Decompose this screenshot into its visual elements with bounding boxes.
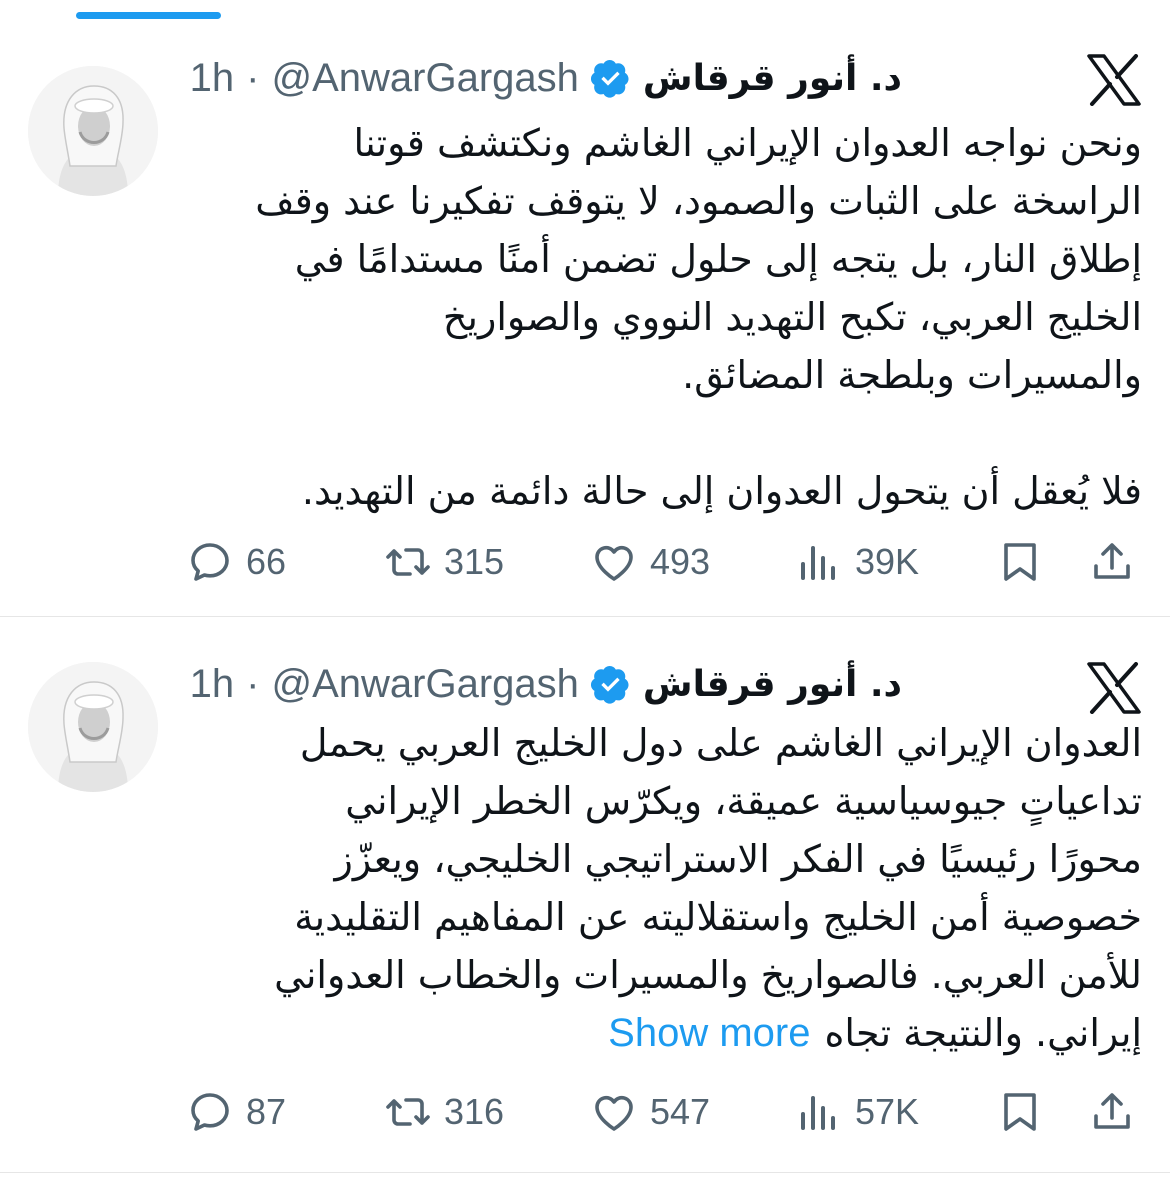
tweet-text-line: والمسيرات وبلطجة المضائق. [682,353,1142,397]
separator-dot: · [246,55,260,100]
like-button[interactable]: 547 [590,1082,710,1142]
like-button[interactable]: 493 [590,532,710,592]
timestamp[interactable]: 1h [190,56,235,101]
reply-count: 66 [246,541,287,582]
retweet-button[interactable]: 316 [384,1082,504,1142]
tweet-text-line: فلا يُعقل أن يتحول العدوان إلى حالة دائم… [301,469,1142,513]
verified-badge-icon [590,58,631,98]
tweet-text: العدوان الإيراني الغاشم على دول الخليج ا… [170,714,1142,1062]
tweet-text-line: تداعياتٍ جيوسياسية عميقة، ويكرّس الخطر ا… [345,779,1142,823]
retweet-icon [384,1088,432,1136]
retweet-count: 316 [444,1091,505,1132]
like-count: 493 [650,541,711,582]
avatar[interactable] [28,66,158,196]
x-logo-icon[interactable] [1086,54,1142,106]
tweet-text-line: إطلاق النار، بل يتجه إلى حلول تضمن أمنًا… [294,237,1142,281]
tweet-text-line: الخليج العربي، تكبح التهديد النووي والصو… [442,295,1142,339]
tweet-text-line: ونحن نواجه العدوان الإيراني الغاشم ونكتش… [353,121,1143,165]
separator-dot: · [246,661,260,706]
tweet-text-line: خصوصية أمن الخليج واستقلاليته عن المفاهي… [294,895,1142,939]
share-button[interactable] [1088,1082,1136,1142]
tweet-divider [0,616,1170,617]
heart-icon [590,1088,638,1136]
views-button[interactable]: 57K [795,1082,919,1142]
avatar[interactable] [28,662,158,792]
tweet-text-line: العدوان الإيراني الغاشم على دول الخليج ا… [299,721,1142,765]
tweet-text-truncated: إيراني. والنتيجة تجاه [824,1011,1142,1055]
share-icon [1088,1088,1136,1136]
views-button[interactable]: 39K [795,532,919,592]
tweet[interactable]: د. أنور قرقاش @AnwarGargash · 1h العدوان… [0,632,1170,1172]
timestamp[interactable]: 1h [190,662,235,707]
tweet-divider [0,1172,1170,1173]
reply-icon [186,1088,234,1136]
share-icon [1088,538,1136,586]
bookmark-button[interactable] [996,1082,1044,1142]
action-bar: 66 315 493 39K [0,532,1170,592]
retweet-icon [384,538,432,586]
author-name[interactable]: د. أنور قرقاش [643,58,902,99]
like-count: 547 [650,1091,711,1132]
tweet-header: د. أنور قرقاش @AnwarGargash · 1h [170,658,902,710]
bookmark-icon [996,1088,1044,1136]
retweet-button[interactable]: 315 [384,532,504,592]
reply-count: 87 [246,1091,287,1132]
retweet-count: 315 [444,541,505,582]
tweet-text-line: الراسخة على الثبات والصمود، لا يتوقف تفك… [255,179,1142,223]
bookmark-button[interactable] [996,532,1044,592]
reply-button[interactable]: 87 [186,1082,286,1142]
author-handle[interactable]: @AnwarGargash [271,56,578,101]
views-icon [795,1088,843,1136]
verified-badge-icon [590,664,631,704]
tweet-text-line-truncated: إيراني. والنتيجة تجاه Show more [170,1004,1142,1062]
reply-button[interactable]: 66 [186,532,286,592]
x-logo-icon[interactable] [1086,662,1142,714]
author-name[interactable]: د. أنور قرقاش [643,664,902,705]
show-more-link[interactable]: Show more [608,1011,810,1055]
tweet-text: ونحن نواجه العدوان الإيراني الغاشم ونكتش… [170,114,1142,520]
reply-icon [186,538,234,586]
bookmark-icon [996,538,1044,586]
tweet-text-line: محورًا رئيسيًا في الفكر الاستراتيجي الخل… [334,837,1142,881]
action-bar: 87 316 547 57K [0,1082,1170,1142]
share-button[interactable] [1088,532,1136,592]
heart-icon [590,538,638,586]
author-handle[interactable]: @AnwarGargash [271,662,578,707]
views-count: 39K [855,541,920,582]
tweet-text-line: للأمن العربي. فالصواريخ والمسيرات والخطا… [274,953,1142,997]
tweet-header: د. أنور قرقاش @AnwarGargash · 1h [170,52,902,104]
views-icon [795,538,843,586]
tweet[interactable]: د. أنور قرقاش @AnwarGargash · 1h ونحن نو… [0,0,1170,616]
views-count: 57K [855,1091,920,1132]
